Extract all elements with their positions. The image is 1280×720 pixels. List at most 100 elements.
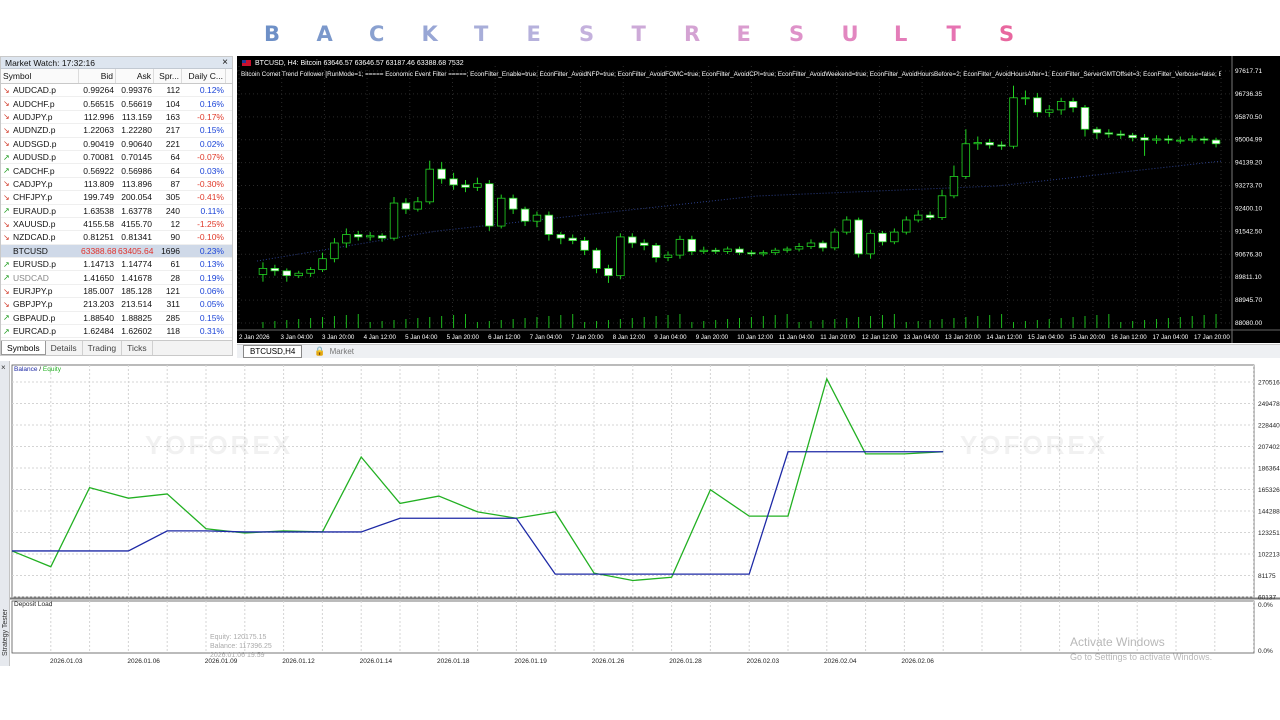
arrow-down-icon: ↘ xyxy=(3,179,10,189)
table-row[interactable]: ↘ GBPJPY.p 213.203 213.514 311 0.05% xyxy=(1,298,232,312)
x-axis-label: 2026.02.06 xyxy=(901,658,934,665)
table-row[interactable]: ↗ EURUSD.p 1.14713 1.14774 61 0.13% xyxy=(1,258,232,272)
spread-cell: 311 xyxy=(166,299,180,310)
symbol-cell: ↘ AUDSGD.p xyxy=(1,139,79,149)
time-axis-label: 13 Jan 20:00 xyxy=(945,334,981,341)
close-icon[interactable]: × xyxy=(222,57,228,68)
indicator-line xyxy=(256,160,1223,262)
table-row[interactable]: ↘ AUDJPY.p 112.996 113.159 163 -0.17% xyxy=(1,111,232,125)
candle xyxy=(913,214,923,221)
change-cell: 0.11% xyxy=(200,205,224,216)
price-axis-label: 91542.50 xyxy=(1235,228,1262,235)
time-axis-label: 5 Jan 04:00 xyxy=(405,334,438,341)
symbol-cell: ↘ XAUUSD.p xyxy=(1,219,79,229)
column-daily-change[interactable]: Daily C... xyxy=(182,69,226,83)
title-letter: T xyxy=(631,22,646,46)
column-ask[interactable]: Ask xyxy=(116,69,154,83)
candle xyxy=(425,168,434,203)
change-cell: 0.15% xyxy=(199,125,224,136)
candle xyxy=(842,219,851,233)
tab-trading[interactable]: Trading xyxy=(83,341,123,355)
market-watch-panel: Market Watch: 17:32:16 × Symbol Bid Ask … xyxy=(0,56,233,356)
table-row[interactable]: ↗ AUDUSD.p 0.70081 0.70145 64 -0.07% xyxy=(1,151,232,165)
symbol-cell: ↗ GBPAUD.p xyxy=(1,313,79,323)
price-axis-label: 97617.71 xyxy=(1235,68,1262,75)
candle xyxy=(544,214,554,235)
tab-details[interactable]: Details xyxy=(46,341,83,355)
table-row[interactable]: ↘ CHFJPY.p 199.749 200.054 305 -0.41% xyxy=(1,191,232,205)
candle xyxy=(1164,138,1173,141)
tab-ticks[interactable]: Ticks xyxy=(122,341,153,355)
spread-cell: 221 xyxy=(165,138,180,149)
change-cell: 0.15% xyxy=(199,312,224,323)
arrow-down-icon: ↘ xyxy=(3,112,10,122)
table-row[interactable]: ↘ AUDNZD.p 1.22063 1.22280 217 0.15% xyxy=(1,124,232,138)
table-row[interactable]: ↗ EURAUD.p 1.63538 1.63778 240 0.11% xyxy=(1,205,232,218)
bid-cell: 199.749 xyxy=(83,192,114,203)
chart-symbol-header: BTCUSD, H4: Bitcoin 63646.57 63646.57 63… xyxy=(255,60,464,67)
candle xyxy=(342,234,351,244)
y-axis-label: 249478 xyxy=(1258,401,1280,408)
arrow-up-icon: ↗ xyxy=(3,259,10,269)
watermark-right: YOFOREX xyxy=(960,430,1109,460)
candle xyxy=(866,232,875,255)
table-row[interactable]: ↘ XAUUSD.p 4155.58 4155.70 12 -1.25% xyxy=(1,218,232,232)
y-axis-label: 144288 xyxy=(1258,509,1280,516)
symbol-cell: ↘ AUDCAD.p xyxy=(1,85,79,95)
arrow-down-icon: ↘ xyxy=(3,219,10,229)
time-axis-label: 2 Jan 2026 xyxy=(239,334,270,341)
table-row[interactable]: ↘ EURJPY.p 185.007 185.128 121 0.06% xyxy=(1,285,232,299)
candle xyxy=(818,242,828,249)
table-row[interactable]: ↗ CADCHF.p 0.56922 0.56986 64 0.03% xyxy=(1,164,232,178)
candle xyxy=(497,197,506,227)
table-row[interactable]: ↘ AUDSGD.p 0.90419 0.90640 221 0.02% xyxy=(1,138,232,151)
spread-cell: 104 xyxy=(165,98,180,109)
time-axis-label: 10 Jan 12:00 xyxy=(737,334,773,341)
tab-market[interactable]: Market xyxy=(330,347,354,356)
price-chart[interactable]: 97617.71 96736.35 95870.50 95004.99 94139.20… xyxy=(237,56,1280,343)
column-spread[interactable]: Spr... xyxy=(154,69,182,83)
table-row[interactable]: ↗ USDCAD 1.41650 1.41678 28 0.19% xyxy=(1,271,232,285)
table-row[interactable]: ↘ AUDCAD.p 0.99264 0.99376 112 0.12% xyxy=(1,84,232,98)
candle xyxy=(437,168,446,180)
time-axis-label: 4 Jan 12:00 xyxy=(364,334,397,341)
ask-cell: 113.896 xyxy=(121,178,152,189)
time-axis-label: 14 Jan 12:00 xyxy=(986,334,1022,341)
table-row[interactable]: ↘ AUDCHF.p 0.56515 0.56619 104 0.16% xyxy=(1,97,232,111)
arrow-down-icon: ↘ xyxy=(3,299,10,309)
arrow-down-icon: ↘ xyxy=(3,125,10,135)
tab-btcusd-h4[interactable]: BTCUSD,H4 xyxy=(243,345,303,358)
candle xyxy=(580,240,589,251)
table-row[interactable]: ↗ EURCAD.p 1.62484 1.62602 118 0.31% xyxy=(1,325,232,339)
ask-cell: 213.514 xyxy=(121,299,152,310)
table-row[interactable]: ↘ NZDCAD.p 0.81251 0.81341 90 -0.10% xyxy=(1,231,232,245)
tab-symbols[interactable]: Symbols xyxy=(1,341,46,355)
time-axis-label: 11 Jan 20:00 xyxy=(820,334,856,341)
price-chart-canvas[interactable]: 97617.71 96736.35 95870.50 95004.99 94139.20… xyxy=(237,56,1280,343)
table-row[interactable]: BTCUSD 63388.68 63405.64 1696 0.23% xyxy=(1,244,232,259)
close-icon[interactable]: × xyxy=(1,363,6,372)
candle xyxy=(568,237,577,241)
time-axis-label: 13 Jan 04:00 xyxy=(903,334,939,341)
bid-cell: 1.88540 xyxy=(83,312,114,323)
column-symbol[interactable]: Symbol xyxy=(1,69,79,83)
time-axis-label: 9 Jan 20:00 xyxy=(696,334,729,341)
change-cell: -0.30% xyxy=(197,178,224,189)
bid-cell: 185.007 xyxy=(83,286,114,297)
candle xyxy=(1021,97,1030,100)
hover-equity: Equity: 120175.15 xyxy=(210,634,267,641)
symbol-name: CHFJPY.p xyxy=(13,192,53,203)
table-row[interactable]: ↗ GBPAUD.p 1.88540 1.88825 285 0.15% xyxy=(1,312,232,326)
table-row[interactable]: ↘ CADJPY.p 113.809 113.896 87 -0.30% xyxy=(1,178,232,192)
bid-cell: 1.14713 xyxy=(83,259,114,270)
candle xyxy=(1176,139,1185,142)
spread-cell: 64 xyxy=(170,165,180,176)
balance-equity-chart[interactable]: 270516 249478 228440 207402 186364 165326 1442… xyxy=(0,361,1280,666)
title-letter: U xyxy=(841,22,859,46)
title-letter: A xyxy=(316,22,333,46)
column-bid[interactable]: Bid xyxy=(79,69,116,83)
change-cell: -0.10% xyxy=(197,232,224,243)
ask-cell: 63405.64 xyxy=(118,245,154,256)
chart-header-text: BTCUSD, H4: Bitcoin 63646.57 63646.57 63… xyxy=(255,60,464,67)
ask-cell: 113.159 xyxy=(121,111,152,122)
